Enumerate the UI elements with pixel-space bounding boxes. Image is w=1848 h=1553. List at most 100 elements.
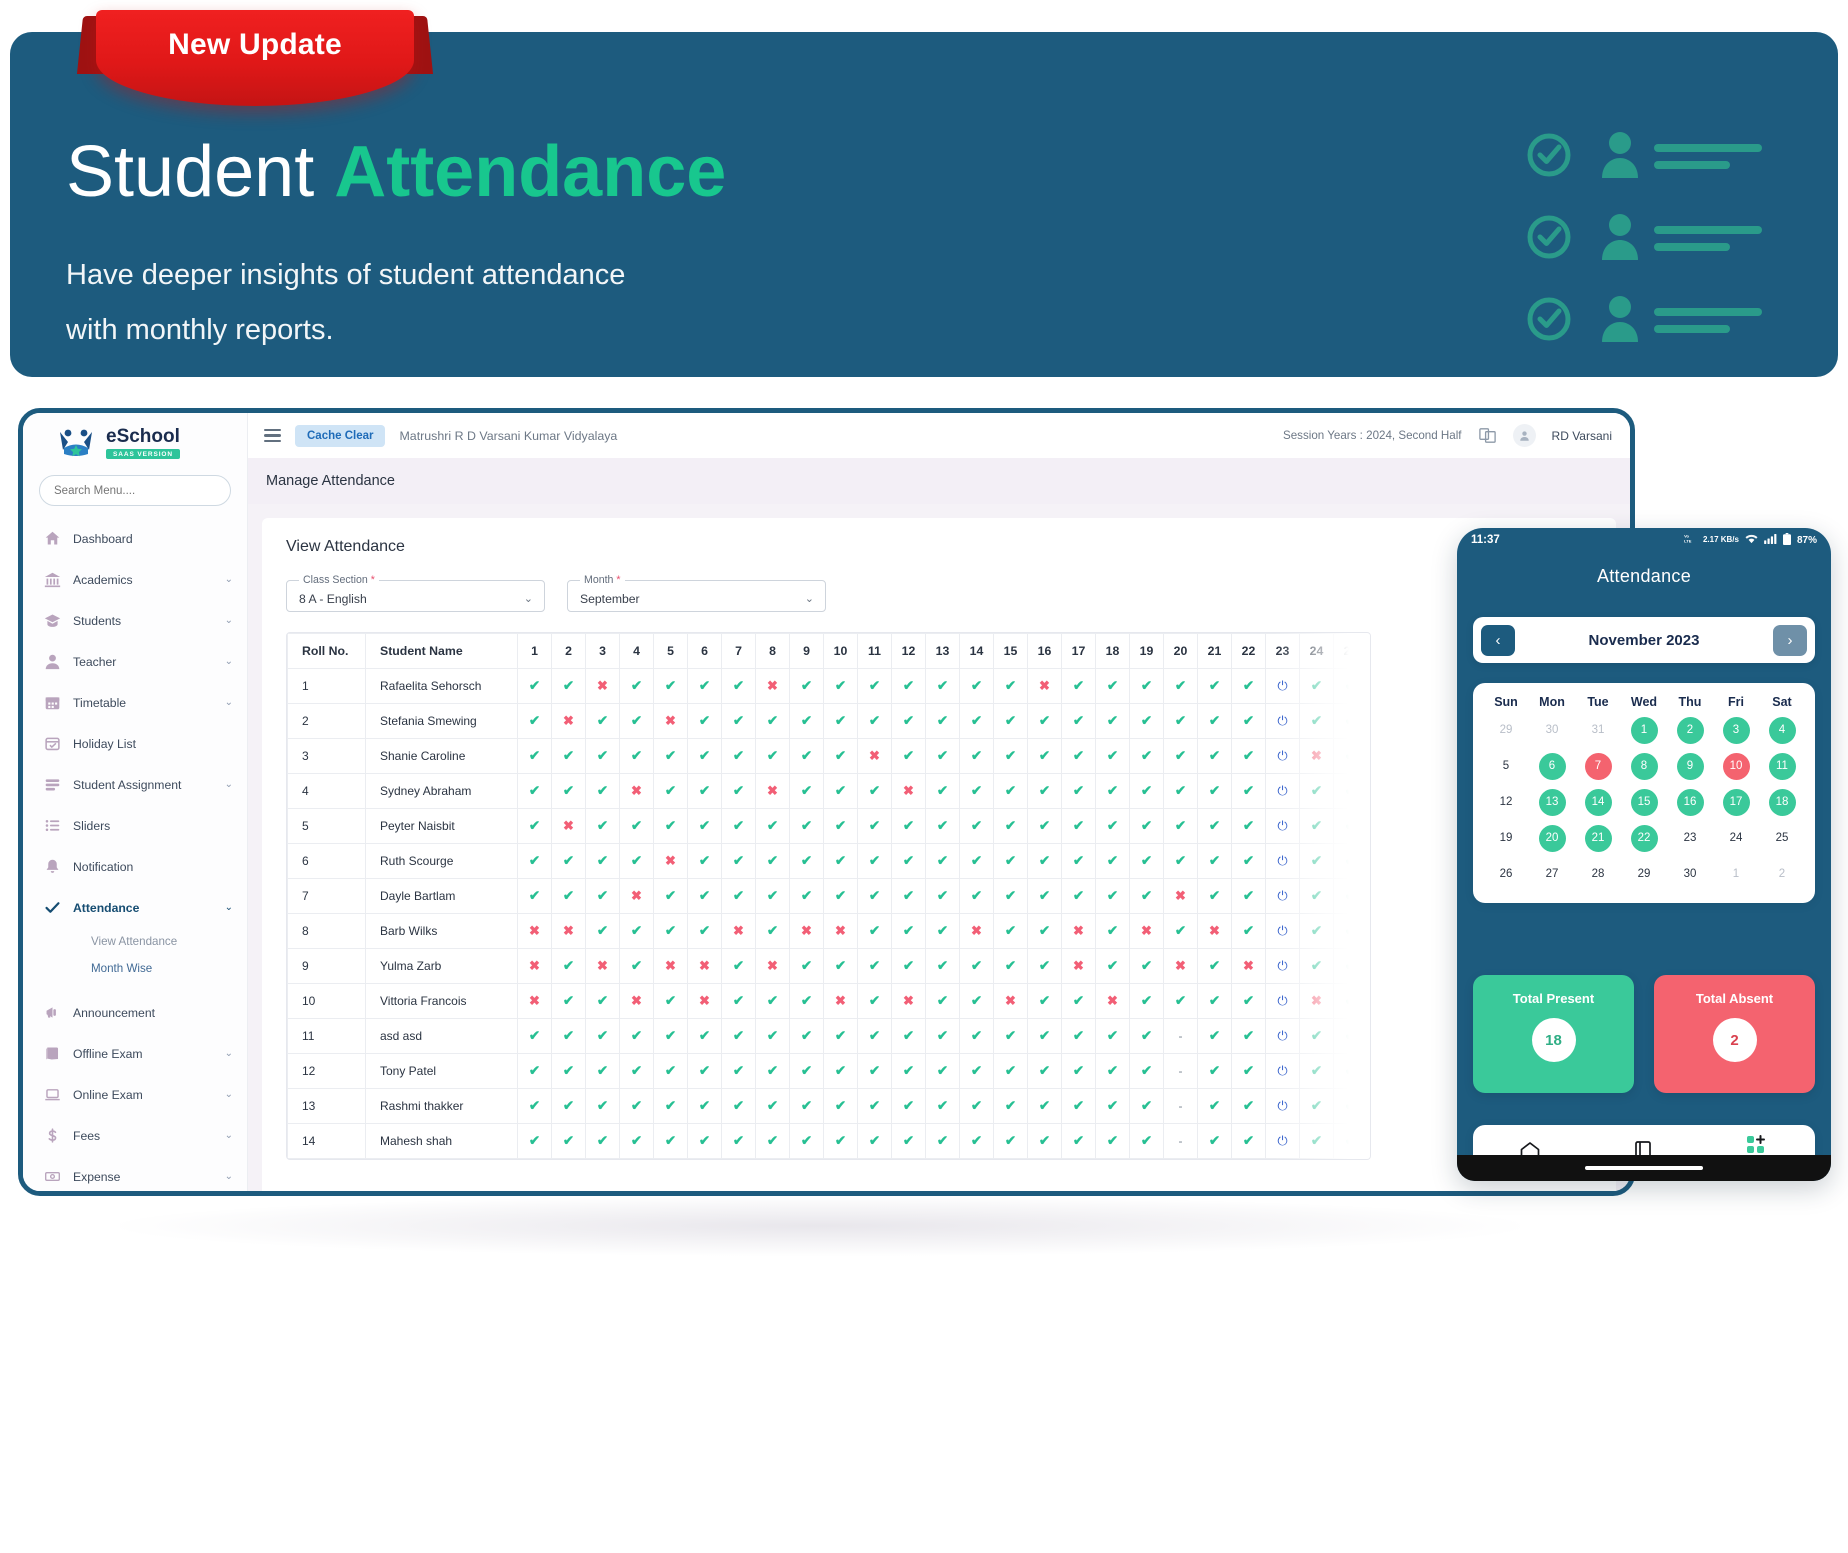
cell-attendance-mark[interactable]: ✖ xyxy=(823,913,858,949)
cell-attendance-mark[interactable]: ✔ xyxy=(619,1018,654,1054)
calendar-day-cell[interactable]: 27 xyxy=(1529,859,1575,889)
cell-attendance-mark[interactable]: ✔ xyxy=(687,1018,722,1054)
cell-attendance-mark[interactable]: ✔ xyxy=(653,878,688,914)
cell-attendance-mark[interactable]: ✖ xyxy=(653,843,688,879)
cell-attendance-mark[interactable]: ✔ xyxy=(857,948,892,984)
cell-attendance-mark[interactable]: ✔ xyxy=(823,878,858,914)
cell-attendance-mark[interactable]: ⏻ xyxy=(1265,1053,1300,1089)
cell-attendance-mark[interactable]: ✔ xyxy=(993,843,1028,879)
calendar-day-cell[interactable]: 20 xyxy=(1529,823,1575,853)
cell-attendance-mark[interactable]: ✔ xyxy=(993,1018,1028,1054)
cell-attendance-mark[interactable]: ✔ xyxy=(993,948,1028,984)
cell-attendance-mark[interactable]: ✔ xyxy=(993,878,1028,914)
calendar-day-cell[interactable]: 1 xyxy=(1713,859,1759,889)
cell-attendance-mark[interactable]: ✔ xyxy=(517,843,552,879)
cell-attendance-mark[interactable]: ✔ xyxy=(823,1123,858,1159)
prev-month-button[interactable]: ‹ xyxy=(1481,624,1515,656)
cell-attendance-mark[interactable]: ✔ xyxy=(823,843,858,879)
cell-attendance-mark[interactable]: ✔ xyxy=(755,843,790,879)
cell-attendance-mark[interactable]: ✔ xyxy=(551,878,586,914)
cell-attendance-mark[interactable]: ✔ xyxy=(1299,668,1334,704)
cell-attendance-mark[interactable]: ✖ xyxy=(619,983,654,1019)
cell-attendance-mark[interactable]: ✔ xyxy=(1095,703,1130,739)
cell-attendance-mark[interactable]: ✔ xyxy=(891,738,926,774)
cell-attendance-mark[interactable]: ✔ xyxy=(823,738,858,774)
cell-attendance-mark[interactable]: ✔ xyxy=(517,878,552,914)
cell-attendance-mark[interactable]: ✔ xyxy=(1333,1123,1368,1159)
cell-attendance-mark[interactable]: ✔ xyxy=(653,668,688,704)
cell-attendance-mark[interactable]: ✔ xyxy=(619,1123,654,1159)
cell-attendance-mark[interactable]: ✔ xyxy=(1129,1018,1164,1054)
calendar-day-cell[interactable]: 29 xyxy=(1621,859,1667,889)
cell-attendance-mark[interactable]: ✔ xyxy=(721,1018,756,1054)
cell-attendance-mark[interactable]: ✔ xyxy=(1231,1088,1266,1124)
cell-attendance-mark[interactable]: ✖ xyxy=(755,773,790,809)
cell-attendance-mark[interactable]: ✔ xyxy=(1027,738,1062,774)
cell-attendance-mark[interactable]: ✖ xyxy=(1299,738,1334,774)
cell-attendance-mark[interactable]: ✔ xyxy=(1163,738,1198,774)
cell-attendance-mark[interactable]: ✔ xyxy=(925,1053,960,1089)
cell-attendance-mark[interactable]: ✔ xyxy=(619,843,654,879)
cell-attendance-mark[interactable]: ✔ xyxy=(1129,703,1164,739)
cell-attendance-mark[interactable]: ✔ xyxy=(1197,738,1232,774)
cell-attendance-mark[interactable]: ✔ xyxy=(517,1088,552,1124)
cell-attendance-mark[interactable]: ✔ xyxy=(721,703,756,739)
cell-attendance-mark[interactable]: ✔ xyxy=(1095,773,1130,809)
cell-attendance-mark[interactable]: ✔ xyxy=(789,808,824,844)
calendar-day-cell[interactable]: 15 xyxy=(1621,787,1667,817)
cell-attendance-mark[interactable]: ✔ xyxy=(1231,738,1266,774)
sidebar-item-sliders[interactable]: Sliders xyxy=(23,805,247,846)
sidebar-item-dashboard[interactable]: Dashboard xyxy=(23,518,247,559)
cell-attendance-mark[interactable]: ✔ xyxy=(687,773,722,809)
cell-attendance-mark[interactable]: ✖ xyxy=(1095,983,1130,1019)
cell-attendance-mark[interactable]: ✔ xyxy=(789,1053,824,1089)
cell-attendance-mark[interactable]: ✔ xyxy=(653,913,688,949)
cell-attendance-mark[interactable]: ✔ xyxy=(1231,703,1266,739)
sidebar-item-academics[interactable]: Academics ⌄ xyxy=(23,559,247,600)
cell-attendance-mark[interactable]: ✔ xyxy=(1095,1088,1130,1124)
cell-attendance-mark[interactable]: ✔ xyxy=(1163,773,1198,809)
cell-attendance-mark[interactable]: ✔ xyxy=(551,983,586,1019)
calendar-day-cell[interactable]: 19 xyxy=(1483,823,1529,853)
cell-attendance-mark[interactable]: ✔ xyxy=(653,1088,688,1124)
cell-attendance-mark[interactable]: ✔ xyxy=(755,808,790,844)
cell-attendance-mark[interactable]: ✔ xyxy=(1231,983,1266,1019)
cell-attendance-mark[interactable]: ✔ xyxy=(1129,808,1164,844)
cell-attendance-mark[interactable]: ✔ xyxy=(1231,1018,1266,1054)
cell-attendance-mark[interactable]: ⏻ xyxy=(1265,773,1300,809)
sidebar-item-teacher[interactable]: Teacher ⌄ xyxy=(23,641,247,682)
cell-attendance-mark[interactable]: ✔ xyxy=(1129,773,1164,809)
cell-attendance-mark[interactable]: ✖ xyxy=(823,983,858,1019)
cell-attendance-mark[interactable]: ✔ xyxy=(551,843,586,879)
cell-attendance-mark[interactable]: ✖ xyxy=(687,948,722,984)
cell-attendance-mark[interactable]: ✔ xyxy=(857,1053,892,1089)
cell-attendance-mark[interactable]: ✔ xyxy=(1095,808,1130,844)
cell-attendance-mark[interactable]: ✖ xyxy=(517,983,552,1019)
cell-attendance-mark[interactable]: ✔ xyxy=(755,703,790,739)
cell-attendance-mark[interactable]: ✖ xyxy=(891,773,926,809)
cell-attendance-mark[interactable]: ⏻ xyxy=(1265,808,1300,844)
cell-attendance-mark[interactable]: ✔ xyxy=(1333,738,1368,774)
cell-attendance-mark[interactable]: ✔ xyxy=(823,1053,858,1089)
cell-attendance-mark[interactable]: ✔ xyxy=(551,1123,586,1159)
cell-attendance-mark[interactable]: ✖ xyxy=(1367,983,1370,1019)
cell-attendance-mark[interactable]: ⏻ xyxy=(1265,913,1300,949)
sidebar-item-student-assignment[interactable]: Student Assignment ⌄ xyxy=(23,764,247,805)
cell-attendance-mark[interactable]: ✔ xyxy=(993,808,1028,844)
cell-attendance-mark[interactable]: ✔ xyxy=(1061,1123,1096,1159)
cell-attendance-mark[interactable]: ✔ xyxy=(1367,773,1370,809)
cell-attendance-mark[interactable]: ✔ xyxy=(551,948,586,984)
calendar-day-cell[interactable]: 10 xyxy=(1713,751,1759,781)
sidebar-item-timetable[interactable]: Timetable ⌄ xyxy=(23,682,247,723)
cell-attendance-mark[interactable]: ✔ xyxy=(959,738,994,774)
cell-attendance-mark[interactable]: ✔ xyxy=(789,703,824,739)
cell-attendance-mark[interactable]: ✔ xyxy=(891,808,926,844)
cell-attendance-mark[interactable]: ✔ xyxy=(517,738,552,774)
cell-attendance-mark[interactable]: ✔ xyxy=(959,948,994,984)
cell-attendance-mark[interactable]: ✔ xyxy=(653,738,688,774)
cell-attendance-mark[interactable]: ✔ xyxy=(993,1088,1028,1124)
cell-attendance-mark[interactable]: ✔ xyxy=(891,1088,926,1124)
cell-attendance-mark[interactable]: ✔ xyxy=(1061,983,1096,1019)
avatar[interactable] xyxy=(1512,424,1536,447)
cell-attendance-mark[interactable]: ✔ xyxy=(755,1018,790,1054)
